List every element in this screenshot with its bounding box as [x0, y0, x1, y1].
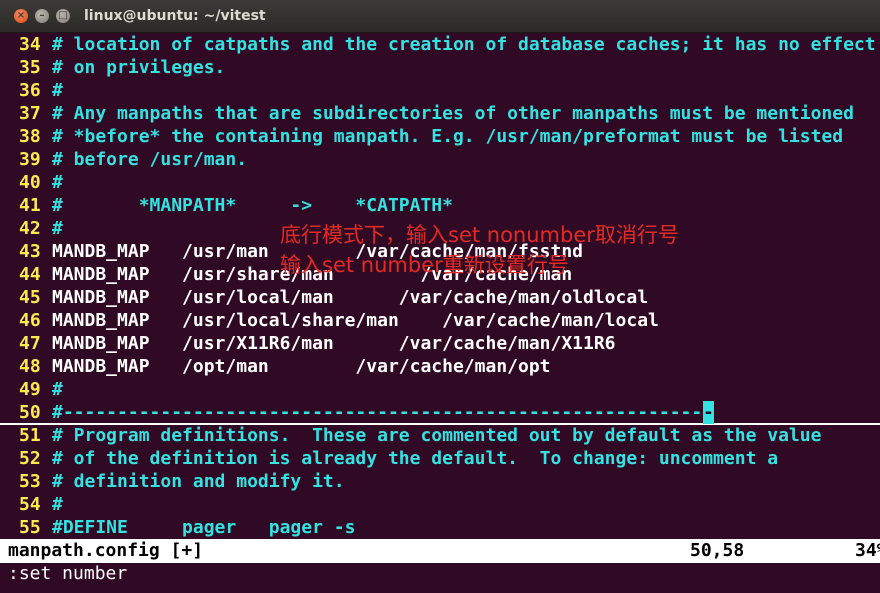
- line-text: MANDB_MAP /opt/man /var/cache/man/opt: [52, 356, 551, 377]
- line-text: # Any manpaths that are subdirectories o…: [52, 103, 854, 124]
- line-number: 38: [19, 126, 41, 147]
- line-text: # location of catpaths and the creation …: [52, 34, 876, 55]
- line-number: 44: [19, 264, 41, 285]
- line-text: #: [52, 494, 63, 515]
- line-text: # definition and modify it.: [52, 471, 345, 492]
- line-number: 45: [19, 287, 41, 308]
- line-number: 42: [19, 218, 41, 239]
- line-number: 39: [19, 149, 41, 170]
- line-number: 51: [19, 425, 41, 446]
- vim-command-line[interactable]: :set number: [8, 563, 127, 585]
- line-text: # on privileges.: [52, 57, 226, 78]
- line-number: 48: [19, 356, 41, 377]
- line-number: 49: [19, 379, 41, 400]
- line-text: #---------------------------------------…: [52, 402, 703, 423]
- line-number: 40: [19, 172, 41, 193]
- window-title: linux@ubuntu: ~/vitest: [84, 8, 266, 24]
- minimize-window-button[interactable]: –: [35, 9, 49, 23]
- line-number: 54: [19, 494, 41, 515]
- line-text: MANDB_MAP /usr/local/man /var/cache/man/…: [52, 287, 649, 308]
- vim-editor-area[interactable]: 34 # location of catpaths and the creatio…: [0, 33, 880, 539]
- line-text: #: [52, 218, 63, 239]
- status-cursor-position: 50,58: [690, 540, 745, 561]
- status-filename: manpath.config [+]: [8, 540, 204, 561]
- line-number: 47: [19, 333, 41, 354]
- text-cursor: -: [703, 401, 714, 424]
- line-text: # *MANPATH* -> *CATPATH*: [52, 195, 453, 216]
- line-text: # *before* the containing manpath. E.g. …: [52, 126, 844, 147]
- annotation-line-1: 底行模式下，输入set nonumber取消行号: [280, 223, 679, 247]
- line-text: MANDB_MAP /usr/X11R6/man /var/cache/man/…: [52, 333, 616, 354]
- line-number: 52: [19, 448, 41, 469]
- line-number: 53: [19, 471, 41, 492]
- line-text: #: [52, 379, 63, 400]
- line-number: 37: [19, 103, 41, 124]
- line-number: 50: [19, 402, 41, 423]
- line-number: 55: [19, 517, 41, 538]
- line-text: #DEFINE pager pager -s: [52, 517, 356, 538]
- line-number: 36: [19, 80, 41, 101]
- window-titlebar: × – □ linux@ubuntu: ~/vitest: [0, 0, 880, 33]
- line-text: #: [52, 80, 63, 101]
- maximize-window-button[interactable]: □: [56, 9, 70, 23]
- line-number: 43: [19, 241, 41, 262]
- vim-status-bar: manpath.config [+] 50,58 34%: [0, 539, 880, 563]
- line-number: 41: [19, 195, 41, 216]
- status-percent: 34%: [855, 540, 880, 561]
- line-text: # before /usr/man.: [52, 149, 248, 170]
- line-number: 35: [19, 57, 41, 78]
- line-text: # Program definitions. These are comment…: [52, 425, 822, 446]
- line-text: #: [52, 172, 63, 193]
- line-number: 46: [19, 310, 41, 331]
- line-text: MANDB_MAP /usr/local/share/man /var/cach…: [52, 310, 659, 331]
- line-text: # of the definition is already the defau…: [52, 448, 779, 469]
- line-number: 34: [19, 34, 41, 55]
- close-window-button[interactable]: ×: [14, 9, 28, 23]
- annotation-line-2: 输入set number重新设置行号: [280, 253, 569, 277]
